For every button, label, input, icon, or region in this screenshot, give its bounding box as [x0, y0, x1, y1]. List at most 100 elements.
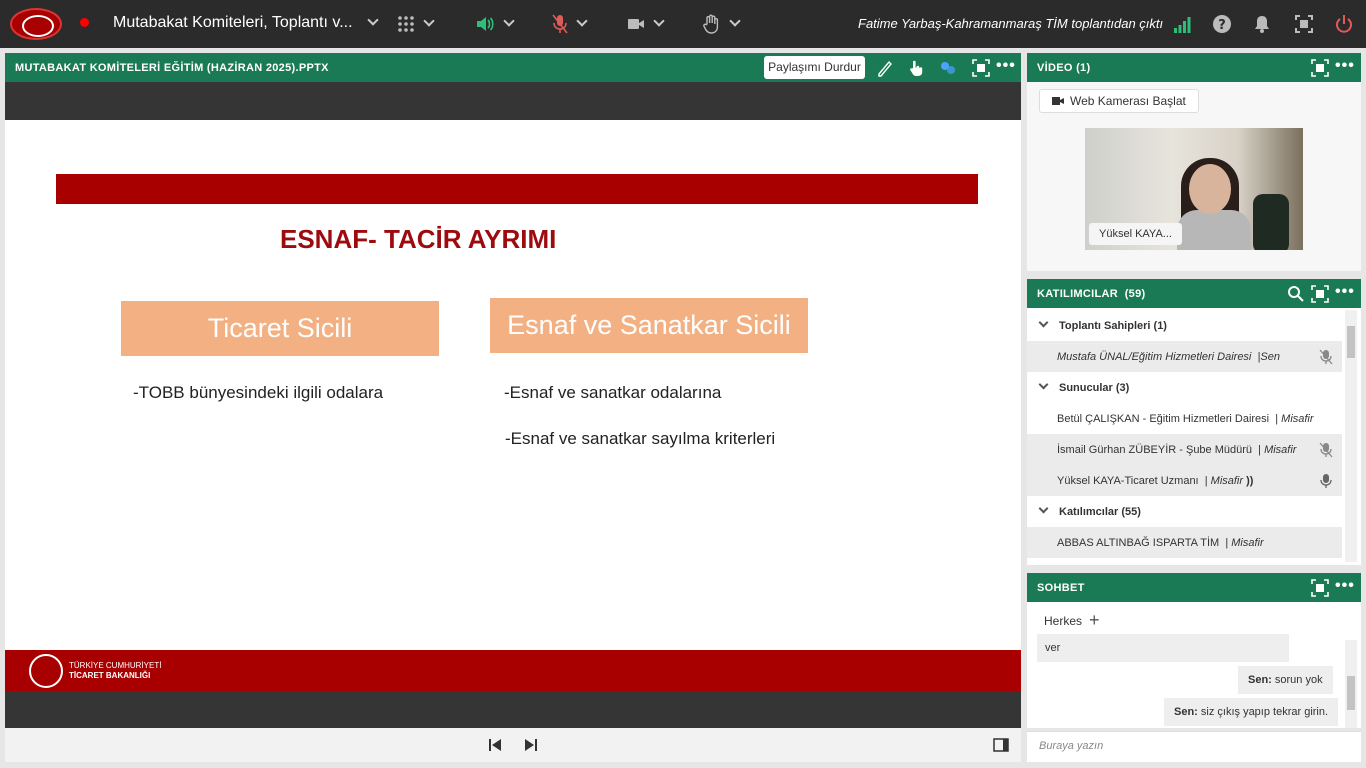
chevron-down-icon: [729, 15, 741, 27]
slide-bottom-strip: [5, 691, 1021, 728]
notifications-bell-icon[interactable]: [1252, 14, 1272, 34]
group-label: Toplantı Sahipleri (1): [1059, 320, 1167, 332]
participant-row[interactable]: Betül ÇALIŞKAN - Eğitim Hizmetleri Daire…: [1027, 403, 1342, 434]
start-webcam-button[interactable]: Web Kamerası Başlat: [1039, 89, 1199, 113]
slide-box-ticaret-sicili: Ticaret Sicili: [121, 301, 439, 356]
footer-line-2: TİCARET BAKANLIĞI: [69, 671, 151, 680]
chat-message: Sen: siz çıkış yapıp tekrar girin.: [1164, 698, 1339, 726]
participant-name-text: Mustafa ÜNAL/Eğitim Hizmetleri Dairesi: [1057, 351, 1252, 363]
group-header-presenters[interactable]: Sunucular (3): [1027, 372, 1342, 403]
top-bar: Mutabakat Komiteleri, Toplantı v... Fati…: [0, 0, 1366, 48]
slide-navigation-bar: [5, 728, 1021, 762]
microphone-muted-icon[interactable]: [1319, 349, 1333, 365]
speaker-icon: [477, 17, 494, 31]
participant-row[interactable]: Mustafa ÜNAL/Eğitim Hizmetleri Dairesi |…: [1027, 341, 1342, 372]
next-slide-icon[interactable]: [524, 738, 538, 752]
group-label: Sunucular (3): [1059, 382, 1130, 394]
chevron-down-icon: [503, 15, 515, 27]
scrollbar-thumb[interactable]: [1347, 676, 1355, 710]
participant-name: İsmail Gürhan ZÜBEYİR - Şube Müdürü | Mi…: [1057, 444, 1297, 456]
webcam-video-feed: Yüksel KAYA...: [1085, 128, 1303, 250]
camera-button[interactable]: [627, 12, 665, 36]
share-pod-title: MUTABAKAT KOMİTELERİ EĞİTİM (HAZİRAN 202…: [15, 62, 329, 74]
participant-role: Misafir: [1231, 537, 1264, 549]
slide-bullet: -Esnaf ve sanatkar odalarına: [504, 383, 722, 402]
previous-slide-icon[interactable]: [488, 738, 502, 752]
participant-row[interactable]: İsmail Gürhan ZÜBEYİR - Şube Müdürü | Mi…: [1027, 434, 1342, 465]
maximize-pod-icon[interactable]: [1311, 579, 1329, 597]
search-icon[interactable]: [1287, 285, 1305, 303]
participant-row[interactable]: ABBAS ALTINBAĞ ISPARTA TİM | Misafir: [1027, 527, 1342, 558]
chat-sender: Sen:: [1248, 674, 1272, 686]
microphone-button[interactable]: [552, 12, 588, 36]
camera-icon: [1052, 97, 1064, 105]
microphone-off-icon: [552, 14, 568, 34]
maximize-pod-icon[interactable]: [1311, 59, 1329, 77]
sidebar-toggle-icon[interactable]: [993, 738, 1009, 752]
share-pod-header: MUTABAKAT KOMİTELERİ EĞİTİM (HAZİRAN 202…: [5, 53, 1021, 82]
participant-row[interactable]: Yüksel KAYA-Ticaret Uzmanı | Misafir )): [1027, 465, 1342, 496]
video-person-head: [1189, 164, 1231, 214]
group-header-attendees[interactable]: Katılımcılar (55): [1027, 496, 1342, 527]
scrollbar-thumb[interactable]: [1347, 326, 1355, 358]
chevron-down-icon: [576, 15, 588, 27]
slide-bullet: -TOBB bünyesindeki ilgili odalara: [133, 383, 384, 402]
chat-scrollbar[interactable]: [1345, 640, 1357, 728]
chat-body: Herkes + ver Sen: sorun yok Sen: siz çık…: [1027, 602, 1361, 728]
raise-hand-button[interactable]: [703, 12, 741, 36]
meeting-title-menu[interactable]: Mutabakat Komiteleri, Toplantı v...: [113, 14, 379, 32]
recording-indicator-icon: [80, 18, 89, 27]
chat-pod-more-menu[interactable]: •••: [1335, 577, 1355, 595]
slide-title: ESNAF- TACİR AYRIMI: [280, 224, 557, 254]
connection-strength-icon[interactable]: [1173, 14, 1193, 34]
pointer-hand-icon[interactable]: [907, 59, 925, 77]
chevron-down-icon: [1038, 379, 1049, 390]
slide-bullet: -Esnaf ve sanatkar sayılma kriterleri: [505, 429, 776, 448]
microphone-icon[interactable]: [1319, 473, 1333, 489]
chevron-down-icon: [367, 14, 379, 26]
video-person-body: [1177, 210, 1251, 250]
draw-pen-icon[interactable]: [876, 59, 894, 77]
add-chat-tab-icon[interactable]: +: [1089, 610, 1100, 631]
participants-scrollbar[interactable]: [1345, 310, 1357, 562]
participant-name-text: İsmail Gürhan ZÜBEYİR - Şube Müdürü: [1057, 444, 1253, 456]
participants-pod-more-menu[interactable]: •••: [1335, 283, 1355, 301]
status-notification: Fatime Yarbaş-Kahramanmaraş TİM toplantı…: [858, 16, 1164, 31]
participants-list: Toplantı Sahipleri (1) Mustafa ÜNAL/Eğit…: [1027, 308, 1361, 565]
svg-text:?: ?: [1218, 18, 1226, 33]
chat-text: sorun yok: [1271, 674, 1323, 686]
maximize-pod-icon[interactable]: [972, 59, 990, 77]
chat-sender: Sen:: [1174, 706, 1198, 718]
chevron-down-icon: [423, 15, 435, 27]
video-chair: [1253, 194, 1289, 250]
presentation-slide: ESNAF- TACİR AYRIMI Ticaret Sicili Esnaf…: [5, 120, 1021, 650]
participant-name-text: ABBAS ALTINBAĞ ISPARTA TİM: [1057, 537, 1220, 549]
chat-input[interactable]: Buraya yazın: [1027, 731, 1361, 762]
maximize-pod-icon[interactable]: [1311, 285, 1329, 303]
speaker-button[interactable]: [475, 12, 515, 36]
slide-top-strip: [5, 82, 1021, 120]
stop-sharing-button[interactable]: Paylaşımı Durdur: [764, 56, 865, 79]
participant-name: Yüksel KAYA-Ticaret Uzmanı | Misafir )): [1057, 475, 1254, 487]
fullscreen-icon[interactable]: [1294, 14, 1314, 34]
help-icon[interactable]: ?: [1212, 14, 1232, 34]
participant-role: Sen: [1260, 351, 1280, 363]
participant-name: Betül ÇALIŞKAN - Eğitim Hizmetleri Daire…: [1057, 413, 1314, 425]
participant-role: Misafir: [1281, 413, 1314, 425]
participant-role: Misafir: [1210, 475, 1244, 487]
microphone-muted-icon[interactable]: [1319, 442, 1333, 458]
layouts-button[interactable]: [397, 12, 435, 36]
video-pod-more-menu[interactable]: •••: [1335, 57, 1355, 75]
share-pod-more-menu[interactable]: •••: [996, 57, 1016, 75]
chevron-down-icon: [653, 15, 665, 27]
video-pod-body: Web Kamerası Başlat Yüksel KAYA...: [1027, 82, 1361, 271]
sync-icon[interactable]: [939, 59, 957, 77]
slide-box-esnaf-sicili: Esnaf ve Sanatkar Sicili: [490, 298, 808, 353]
power-exit-icon[interactable]: [1334, 14, 1354, 34]
footer-line-1: TÜRKİYE CUMHURİYETİ: [69, 661, 162, 670]
group-header-hosts[interactable]: Toplantı Sahipleri (1): [1027, 310, 1342, 341]
chat-message: ver: [1037, 634, 1289, 662]
participant-role: Misafir: [1264, 444, 1297, 456]
video-name-tag: Yüksel KAYA...: [1089, 223, 1182, 245]
slide-footer: TÜRKİYE CUMHURİYETİ TİCARET BAKANLIĞI: [5, 650, 1021, 691]
